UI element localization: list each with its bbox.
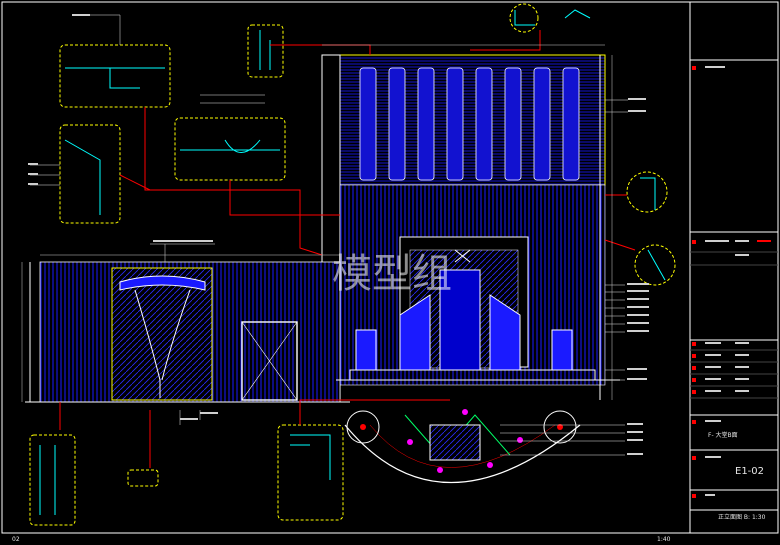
plan-arc <box>344 409 581 484</box>
title-block-scale: 正立面图 B: 1:30 <box>718 513 766 521</box>
scale-label: 1:40 <box>657 536 671 543</box>
sheet-tab: 02 <box>12 536 20 543</box>
watermark: 模型组 <box>332 251 452 297</box>
title-block-project: F- 大堂B面 <box>708 431 738 439</box>
left-wall-elevation <box>25 261 350 403</box>
title-block <box>689 2 778 533</box>
cad-drawing-sheet: F- 大堂B面 E1-02 正立面图 B: 1:30 02 1:40 模型组 <box>1 1 779 543</box>
drawing-number: E1-02 <box>735 466 764 477</box>
